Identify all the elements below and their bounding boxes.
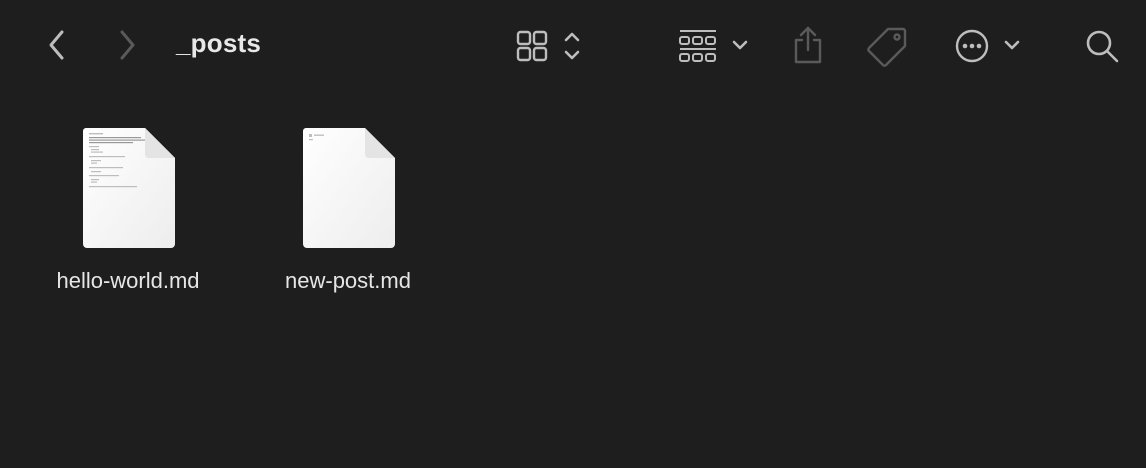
- file-name: new-post.md: [285, 268, 411, 293]
- file-item[interactable]: hello-world.md: [38, 92, 218, 293]
- window-title: _posts: [176, 28, 262, 58]
- icon-grid-view-icon: [516, 30, 548, 62]
- share-icon: [794, 26, 822, 64]
- group-by-icon: [679, 30, 716, 62]
- more-actions-button[interactable]: [952, 26, 1028, 66]
- back-button[interactable]: [40, 28, 72, 62]
- group-by-button[interactable]: [676, 26, 752, 66]
- toolbar: _posts: [0, 0, 1146, 92]
- markdown-document-icon: [83, 128, 175, 248]
- file-item[interactable]: new-post.md: [258, 92, 438, 293]
- search-icon: [1086, 30, 1119, 63]
- markdown-document-icon: [303, 128, 395, 248]
- chevron-down-icon: [1004, 40, 1020, 50]
- chevron-down-icon: [732, 40, 748, 50]
- tag-button[interactable]: [866, 24, 910, 68]
- search-button[interactable]: [1082, 26, 1122, 66]
- ellipsis-circle-icon: [955, 29, 989, 63]
- file-name: hello-world.md: [56, 268, 200, 293]
- file-grid: hello-world.md new-post.md: [0, 92, 1146, 468]
- chevron-right-icon: [120, 30, 135, 60]
- share-button[interactable]: [788, 24, 828, 68]
- finder-window: _posts hello-world.md new-post.md: [0, 0, 1146, 468]
- view-mode-button[interactable]: [512, 26, 588, 66]
- tag-icon: [867, 27, 907, 67]
- up-down-chevron-icon: [564, 32, 580, 60]
- chevron-left-icon: [49, 30, 64, 60]
- forward-button[interactable]: [112, 28, 144, 62]
